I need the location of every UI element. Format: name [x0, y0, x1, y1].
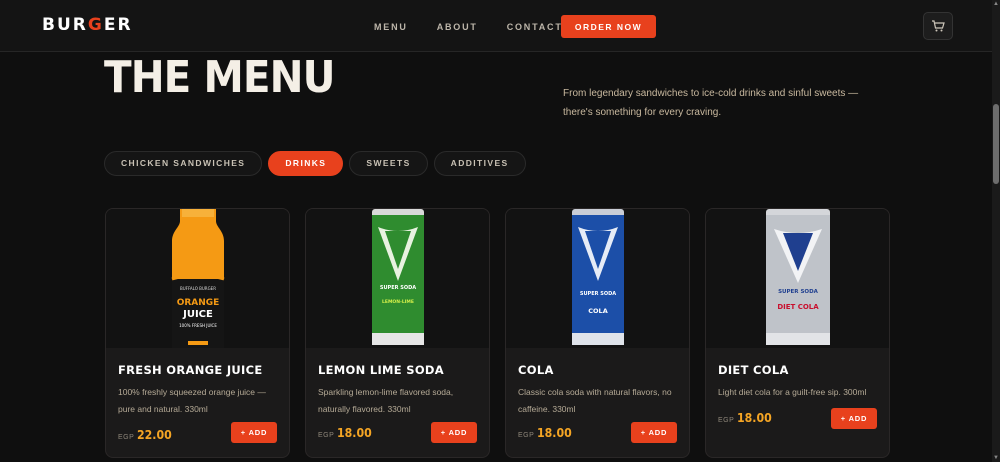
item-description: Sparkling lemon-lime flavored soda, natu… — [318, 387, 454, 414]
product-image-orange-juice: BUFFALO BURGER ORANGE JUICE 100% FRESH J… — [106, 209, 289, 348]
price-amount: 18.00 — [737, 410, 773, 425]
price-currency: EGP — [118, 434, 135, 441]
top-nav: BURGER MENU ABOUT CONTACT ORDER NOW — [0, 0, 1000, 52]
price-currency: EGP — [318, 432, 335, 439]
svg-text:JUICE: JUICE — [182, 309, 213, 320]
svg-text:SUPER SODA: SUPER SODA — [579, 291, 615, 297]
nav-link-contact[interactable]: CONTACT — [507, 22, 563, 32]
price-currency: EGP — [718, 417, 735, 424]
scrollbar-thumb[interactable] — [993, 104, 999, 184]
product-image-diet-cola: SUPER SODA DIET COLA — [706, 209, 889, 348]
nav-link-about[interactable]: ABOUT — [437, 22, 478, 32]
scrollbar[interactable]: ▲ ▼ — [992, 0, 1000, 462]
price-currency: EGP — [518, 432, 535, 439]
item-name: DIET COLA — [718, 363, 789, 377]
order-now-button[interactable]: ORDER NOW — [561, 15, 656, 38]
item-price: EGP 18.00 — [518, 425, 577, 440]
price-amount: 22.00 — [137, 427, 173, 442]
item-description: 100% freshly squeezed orange juice — pur… — [118, 387, 266, 414]
page-title: THE MENU — [104, 52, 335, 103]
nav-link-menu[interactable]: MENU — [374, 22, 408, 32]
svg-text:BUFFALO BURGER: BUFFALO BURGER — [179, 286, 215, 291]
item-price: EGP 18.00 — [718, 410, 777, 425]
menu-card: SUPER SODA DIET COLA DIET COLA Light die… — [705, 208, 890, 458]
svg-text:SUPER SODA: SUPER SODA — [778, 289, 819, 295]
item-description: Light diet cola for a guilt-free sip. 30… — [718, 387, 867, 397]
price-amount: 18.00 — [537, 425, 573, 440]
svg-text:ORANGE: ORANGE — [176, 298, 219, 308]
item-price: EGP 22.00 — [118, 427, 177, 442]
menu-card: SUPER SODA COLA COLA Classic cola soda w… — [505, 208, 690, 458]
product-image-cola: SUPER SODA COLA — [506, 209, 689, 348]
svg-text:100% FRESH JUICE: 100% FRESH JUICE — [179, 323, 217, 328]
category-tabs: CHICKEN SANDWICHES DRINKS SWEETS ADDITIV… — [104, 151, 532, 176]
item-price: EGP 18.00 — [318, 425, 377, 440]
svg-text:DIET COLA: DIET COLA — [777, 303, 819, 311]
tab-drinks[interactable]: DRINKS — [268, 151, 344, 176]
item-name: FRESH ORANGE JUICE — [118, 363, 263, 377]
logo[interactable]: BURGER — [42, 15, 133, 35]
scroll-up-icon[interactable]: ▲ — [992, 0, 1000, 8]
nav-links: MENU ABOUT CONTACT — [374, 22, 592, 32]
svg-text:LEMON-LIME: LEMON-LIME — [382, 299, 414, 305]
scroll-down-icon[interactable]: ▼ — [992, 454, 1000, 462]
logo-text-1: BUR — [42, 15, 88, 35]
item-name: LEMON LIME SODA — [318, 363, 444, 377]
product-image-lemon-lime-soda: SUPER SODA LEMON-LIME — [306, 209, 489, 348]
menu-card: SUPER SODA LEMON-LIME LEMON LIME SODA Sp… — [305, 208, 490, 458]
cart-button[interactable] — [923, 12, 953, 40]
item-name: COLA — [518, 363, 554, 377]
add-to-cart-button[interactable]: + ADD — [631, 422, 677, 443]
price-amount: 18.00 — [337, 425, 373, 440]
add-to-cart-button[interactable]: + ADD — [231, 422, 277, 443]
logo-text-2: G — [87, 15, 104, 35]
add-to-cart-button[interactable]: + ADD — [831, 408, 877, 429]
svg-text:SUPER SODA: SUPER SODA — [379, 285, 415, 291]
item-description: Classic cola soda with natural flavors, … — [518, 387, 672, 414]
tab-additives[interactable]: ADDITIVES — [433, 151, 526, 176]
menu-card: BUFFALO BURGER ORANGE JUICE 100% FRESH J… — [105, 208, 290, 458]
cart-icon — [932, 20, 945, 32]
svg-text:COLA: COLA — [588, 307, 607, 315]
tab-sweets[interactable]: SWEETS — [349, 151, 428, 176]
add-to-cart-button[interactable]: + ADD — [431, 422, 477, 443]
tab-chicken-sandwiches[interactable]: CHICKEN SANDWICHES — [104, 151, 263, 176]
logo-text-3: ER — [103, 15, 133, 35]
menu-grid: BUFFALO BURGER ORANGE JUICE 100% FRESH J… — [105, 208, 905, 458]
page-subtitle: From legendary sandwiches to ice-cold dr… — [563, 88, 859, 118]
